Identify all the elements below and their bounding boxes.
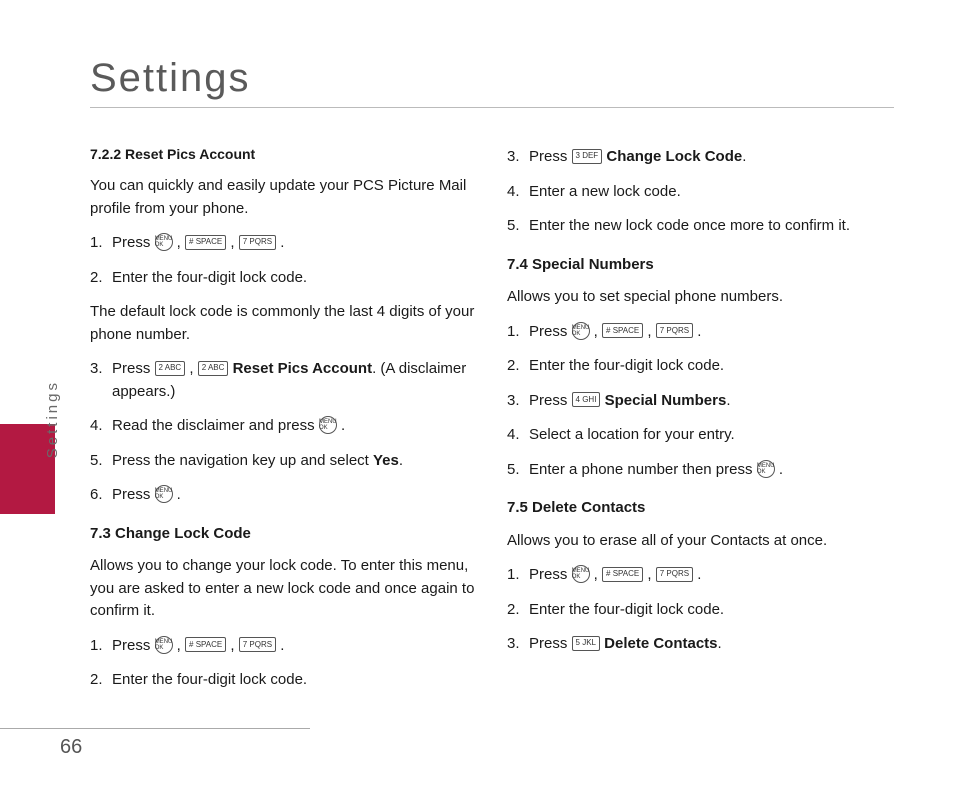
heading-7-2-2: 7.2.2 Reset Pics Account: [90, 144, 477, 165]
step-7-4-2: 2. Enter the four-digit lock code.: [507, 355, 894, 378]
key-menu-ok-icon: MENU OK: [757, 460, 775, 478]
step-7-2-2-1: 1. Press MENU OK , # SPACE , 7 PQRS .: [90, 232, 477, 255]
manual-page: Settings Settings 7.2.2 Reset Pics Accou…: [0, 0, 954, 793]
step-7-3-2: 2. Enter the four-digit lock code.: [90, 669, 477, 692]
key-menu-ok-icon: MENU OK: [319, 416, 337, 434]
step-7-3-5: 5. Enter the new lock code once more to …: [507, 215, 894, 238]
step-7-5-2: 2. Enter the four-digit lock code.: [507, 599, 894, 622]
step-7-4-3: 3. Press 4 GHI Special Numbers.: [507, 390, 894, 413]
key-2-icon: 2 ABC: [198, 361, 229, 376]
heading-7-4: 7.4 Special Numbers: [507, 254, 894, 277]
step-7-3-1: 1. Press MENU OK , # SPACE , 7 PQRS .: [90, 635, 477, 658]
key-7-icon: 7 PQRS: [656, 323, 693, 338]
step-7-2-2-2: 2. Enter the four-digit lock code.: [90, 267, 477, 290]
step-7-5-1: 1. Press MENU OK , # SPACE , 7 PQRS .: [507, 564, 894, 587]
key-menu-ok-icon: MENU OK: [572, 565, 590, 583]
key-5-icon: 5 JKL: [572, 636, 600, 651]
intro-7-4: Allows you to set special phone numbers.: [507, 286, 894, 309]
key-hash-icon: # SPACE: [602, 323, 643, 338]
left-column: 7.2.2 Reset Pics Account You can quickly…: [90, 138, 477, 704]
step-7-2-2-3: 3. Press 2 ABC , 2 ABC Reset Pics Accoun…: [90, 358, 477, 403]
step-7-4-4: 4. Select a location for your entry.: [507, 424, 894, 447]
title-rule: [90, 107, 894, 108]
step-7-3-3: 3. Press 3 DEF Change Lock Code.: [507, 146, 894, 169]
key-7-icon: 7 PQRS: [656, 567, 693, 582]
step-7-3-4: 4. Enter a new lock code.: [507, 181, 894, 204]
key-menu-ok-icon: MENU OK: [572, 322, 590, 340]
key-menu-ok-icon: MENU OK: [155, 233, 173, 251]
key-menu-ok-icon: MENU OK: [155, 636, 173, 654]
step-7-5-3: 3. Press 5 JKL Delete Contacts.: [507, 633, 894, 656]
key-hash-icon: # SPACE: [185, 637, 226, 652]
key-menu-ok-icon: MENU OK: [155, 485, 173, 503]
step-7-4-5: 5. Enter a phone number then press MENU …: [507, 459, 894, 482]
step-7-2-2-4: 4. Read the disclaimer and press MENU OK…: [90, 415, 477, 438]
key-3-icon: 3 DEF: [572, 149, 603, 164]
step-7-2-2-5: 5. Press the navigation key up and selec…: [90, 450, 477, 473]
heading-7-3: 7.3 Change Lock Code: [90, 523, 477, 546]
page-title: Settings: [90, 56, 894, 101]
key-7-icon: 7 PQRS: [239, 235, 276, 250]
intro-7-3: Allows you to change your lock code. To …: [90, 555, 477, 623]
heading-7-5: 7.5 Delete Contacts: [507, 497, 894, 520]
key-7-icon: 7 PQRS: [239, 637, 276, 652]
right-column: 3. Press 3 DEF Change Lock Code. 4. Ente…: [507, 138, 894, 704]
intro-7-5: Allows you to erase all of your Contacts…: [507, 530, 894, 553]
step-7-4-1: 1. Press MENU OK , # SPACE , 7 PQRS .: [507, 321, 894, 344]
footer-rule: [0, 728, 310, 729]
content-columns: 7.2.2 Reset Pics Account You can quickly…: [90, 138, 894, 704]
key-4-icon: 4 GHI: [572, 392, 601, 407]
key-hash-icon: # SPACE: [185, 235, 226, 250]
step-7-2-2-6: 6. Press MENU OK .: [90, 484, 477, 507]
page-number: 66: [60, 736, 82, 759]
intro-7-2-2: You can quickly and easily update your P…: [90, 175, 477, 220]
key-2-icon: 2 ABC: [155, 361, 186, 376]
step-7-2-2-2-note: The default lock code is commonly the la…: [90, 301, 477, 346]
key-hash-icon: # SPACE: [602, 567, 643, 582]
side-tab-label: Settings: [44, 380, 61, 458]
